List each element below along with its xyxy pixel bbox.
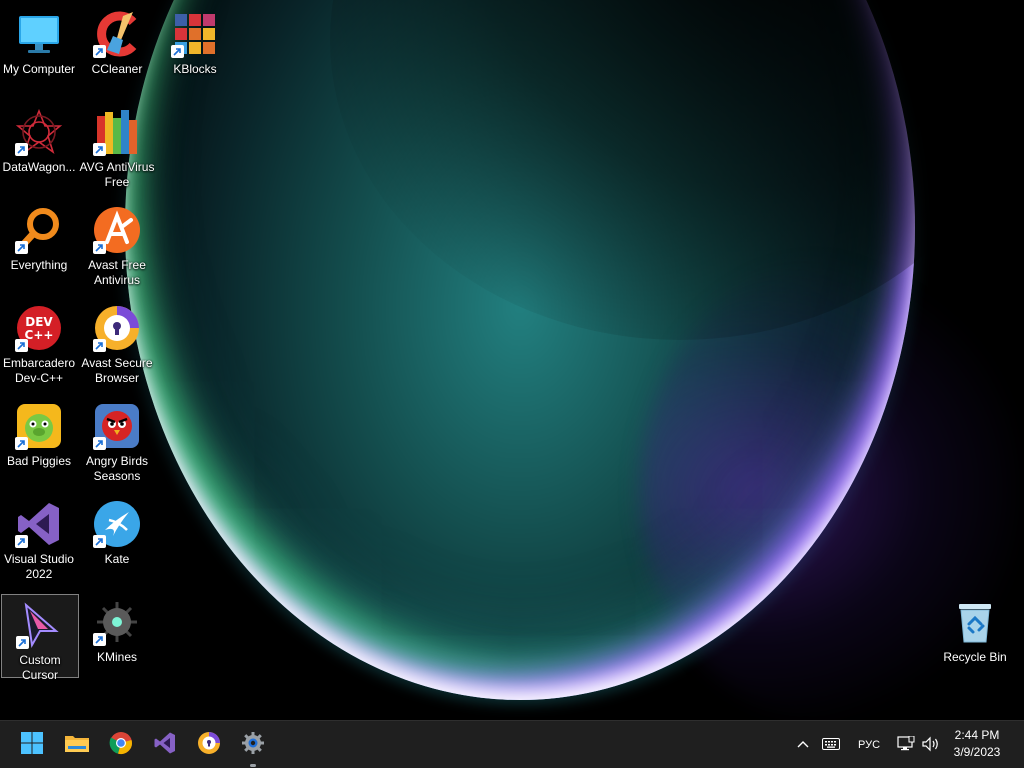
desktop-icon-my-computer[interactable]: My Computer <box>0 4 78 88</box>
icon-label: DataWagon... <box>2 160 76 174</box>
touch-keyboard-button[interactable] <box>820 733 842 757</box>
speaker-icon <box>921 736 941 755</box>
icon-label: Avast Secure Browser <box>81 356 153 385</box>
desktop-icon-kmines[interactable]: KMines <box>78 592 156 676</box>
desktop-icon-kate[interactable]: Kate <box>78 494 156 578</box>
taskbar-file-explorer[interactable] <box>61 729 93 761</box>
icon-label: My Computer <box>2 62 76 76</box>
shortcut-arrow-icon <box>93 535 106 548</box>
clock[interactable]: 2:44 PM 3/9/2023 <box>942 727 1012 761</box>
angry-birds-icon <box>93 402 141 450</box>
icon-label: KBlocks <box>173 62 217 76</box>
icon-label: Avast Free Antivirus <box>88 258 146 287</box>
network-button[interactable] <box>896 733 916 757</box>
shortcut-arrow-icon <box>93 143 106 156</box>
keyboard-icon <box>822 737 840 753</box>
datawagon-icon <box>15 108 63 156</box>
desktop-icon-bad-piggies[interactable]: Bad Piggies <box>0 396 78 480</box>
shortcut-arrow-icon <box>171 45 184 58</box>
start-button[interactable] <box>16 729 48 761</box>
bad-piggies-icon <box>15 402 63 450</box>
shortcut-arrow-icon <box>15 339 28 352</box>
gear-icon <box>241 731 265 760</box>
icon-label: Custom Cursor <box>19 653 61 682</box>
folder-icon <box>64 731 90 760</box>
taskbar-avast-browser[interactable] <box>193 729 225 761</box>
icon-label: Visual Studio 2022 <box>4 552 74 581</box>
desktop-icon-recycle-bin[interactable]: Recycle Bin <box>936 592 1014 676</box>
desktop-icon-avast-antivirus[interactable]: Avast Free Antivirus <box>78 200 156 287</box>
shortcut-arrow-icon <box>93 633 106 646</box>
desktop-icon-custom-cursor[interactable]: Custom Cursor <box>1 594 79 682</box>
desktop-icon-avg[interactable]: AVG AntiVirus Free <box>78 102 156 189</box>
icon-label: CCleaner <box>91 62 143 76</box>
avast-browser-icon <box>197 731 221 760</box>
computer-icon <box>15 10 63 58</box>
desktop: My Computer DataWagon... Everything DEV … <box>0 0 1024 720</box>
active-indicator <box>250 764 256 767</box>
icon-label: Kate <box>104 552 130 566</box>
recycle-bin-icon <box>951 598 999 646</box>
kate-icon <box>93 500 141 548</box>
shortcut-arrow-icon <box>93 45 106 58</box>
svg-text:DEV: DEV <box>25 315 53 329</box>
input-language-indicator[interactable]: РУС <box>852 733 886 757</box>
shortcut-arrow-icon <box>15 143 28 156</box>
icon-label: Bad Piggies <box>6 454 72 468</box>
visual-studio-icon <box>153 731 177 760</box>
desktop-icon-devcpp[interactable]: DEV C++ Embarcadero Dev-C++ <box>0 298 78 385</box>
chrome-icon <box>109 731 133 760</box>
desktop-icon-kblocks[interactable]: KBlocks <box>156 4 234 88</box>
everything-search-icon <box>15 206 63 254</box>
clock-date: 3/9/2023 <box>953 745 1001 759</box>
avast-browser-icon <box>93 304 141 352</box>
shortcut-arrow-icon <box>16 636 29 649</box>
svg-text:C++: C++ <box>25 328 54 342</box>
desktop-icon-everything[interactable]: Everything <box>0 200 78 284</box>
kmines-icon <box>93 598 141 646</box>
taskbar-visual-studio[interactable] <box>149 729 181 761</box>
taskbar: РУС 2:44 PM 3/9/2023 <box>0 720 1024 768</box>
icon-label: Angry Birds Seasons <box>85 454 149 483</box>
ccleaner-icon <box>93 10 141 58</box>
custom-cursor-icon <box>16 601 64 649</box>
visual-studio-icon <box>15 500 63 548</box>
windows-start-icon <box>20 731 44 760</box>
chevron-up-icon <box>797 739 809 751</box>
icon-label: KMines <box>96 650 137 664</box>
shortcut-arrow-icon <box>93 339 106 352</box>
icon-label: Everything <box>10 258 68 272</box>
icon-label: Recycle Bin <box>943 650 1007 664</box>
devcpp-icon: DEV C++ <box>15 304 63 352</box>
desktop-icon-angry-birds[interactable]: Angry Birds Seasons <box>78 396 156 483</box>
show-hidden-icons-button[interactable] <box>794 733 812 757</box>
desktop-icon-visual-studio[interactable]: Visual Studio 2022 <box>0 494 78 581</box>
icon-label: AVG AntiVirus Free <box>79 160 155 189</box>
desktop-icon-ccleaner[interactable]: CCleaner <box>78 4 156 88</box>
desktop-icon-avast-browser[interactable]: Avast Secure Browser <box>78 298 156 385</box>
network-icon <box>897 735 915 755</box>
shortcut-arrow-icon <box>15 437 28 450</box>
shortcut-arrow-icon <box>15 535 28 548</box>
volume-button[interactable] <box>920 733 942 757</box>
avast-icon <box>93 206 141 254</box>
taskbar-settings[interactable] <box>237 729 269 767</box>
shortcut-arrow-icon <box>93 437 106 450</box>
avg-icon <box>93 108 141 156</box>
shortcut-arrow-icon <box>15 241 28 254</box>
kblocks-icon <box>171 10 219 58</box>
taskbar-chrome[interactable] <box>105 729 137 761</box>
shortcut-arrow-icon <box>93 241 106 254</box>
desktop-icon-datawagon[interactable]: DataWagon... <box>0 102 78 186</box>
icon-label: Embarcadero Dev-C++ <box>2 356 76 385</box>
clock-time: 2:44 PM <box>954 728 1000 742</box>
